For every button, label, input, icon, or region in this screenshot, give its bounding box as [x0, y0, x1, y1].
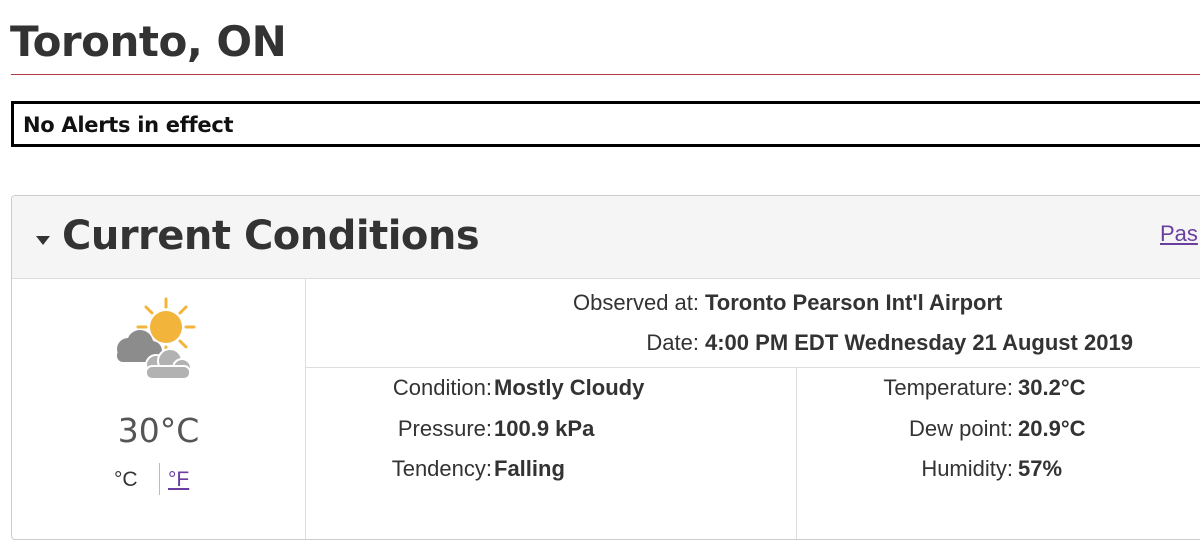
humidity-label: Humidity:: [921, 456, 1013, 481]
dew-point-value: 20.9°C: [1018, 416, 1086, 441]
page-title: Toronto, ON: [10, 17, 287, 66]
observation-info: Observed at: Toronto Pearson Int'l Airpo…: [306, 279, 1200, 368]
celsius-unit-selected: °C: [114, 468, 138, 491]
dew-point-label: Dew point:: [909, 416, 1013, 441]
date-value: 4:00 PM EDT Wednesday 21 August 2019: [705, 330, 1133, 355]
tendency-value: Falling: [494, 456, 565, 481]
conditions-details-right: Temperature: 30.2°C Dew point: 20.9°C Hu…: [797, 368, 1200, 539]
humidity-value: 57%: [1018, 456, 1063, 481]
fahrenheit-unit-link[interactable]: °F: [168, 467, 189, 493]
observed-at-label: Observed at:: [573, 290, 699, 315]
title-divider: [11, 74, 1200, 75]
sun-behind-clouds-icon: [117, 297, 196, 380]
conditions-summary: 30°C °C °F: [12, 279, 306, 539]
conditions-details-left: Condition: Mostly Cloudy Pressure: 100.9…: [306, 368, 797, 539]
past-conditions-link[interactable]: Pas: [1160, 220, 1198, 248]
pressure-value: 100.9 kPa: [494, 416, 595, 441]
temperature-value: 30.2°C: [1018, 375, 1086, 400]
tendency-label: Tendency:: [391, 456, 492, 481]
alert-status-text: No Alerts in effect: [23, 113, 234, 137]
condition-label: Condition:: [392, 375, 492, 400]
temperature-label: Temperature:: [883, 375, 1013, 400]
observed-at-value: Toronto Pearson Int'l Airport: [705, 290, 1003, 315]
current-conditions-heading[interactable]: Current Conditions: [62, 208, 480, 264]
current-conditions-header[interactable]: Current Conditions Pas: [12, 196, 1200, 279]
caret-down-icon[interactable]: [36, 236, 50, 245]
current-temperature: 30°C: [117, 411, 200, 450]
date-label: Date:: [646, 330, 699, 355]
condition-value: Mostly Cloudy: [494, 375, 645, 400]
current-conditions-panel: Current Conditions Pas 30°C °C °F Observ…: [11, 195, 1200, 540]
pressure-label: Pressure:: [397, 416, 492, 441]
unit-separator: [159, 463, 160, 495]
alerts-banner: No Alerts in effect: [11, 101, 1200, 147]
